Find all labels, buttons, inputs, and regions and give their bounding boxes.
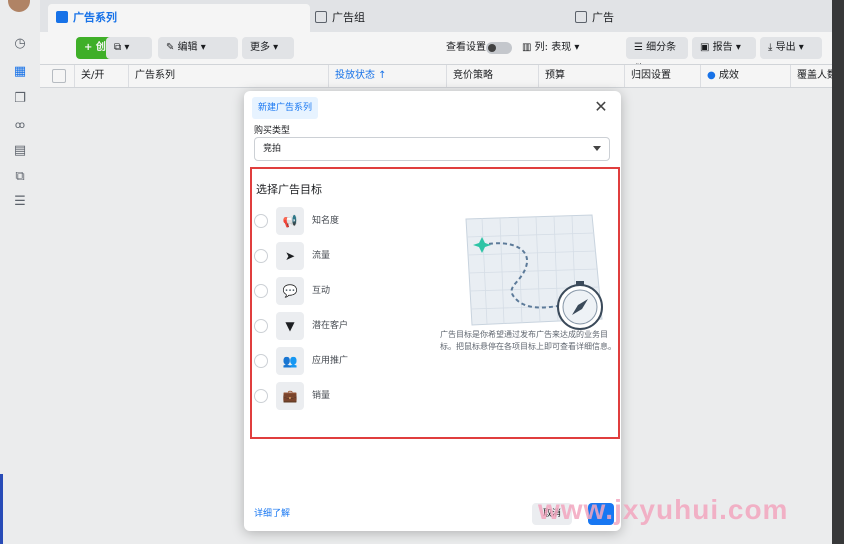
objective-radio[interactable] [254, 389, 268, 403]
funnel-icon: ▼ [276, 312, 304, 340]
megaphone-icon: 📢 [276, 207, 304, 235]
learn-more-link[interactable]: 详细了解 [254, 506, 290, 519]
objective-radio[interactable] [254, 354, 268, 368]
close-icon[interactable]: ✕ [591, 97, 611, 117]
objective-title: 选择广告目标 [256, 183, 322, 196]
cursor-icon: ➤ [276, 242, 304, 270]
dialog-tab[interactable]: 新建广告系列 [252, 97, 319, 119]
objective-app-promotion[interactable]: 👥 应用推广 [254, 347, 404, 377]
watermark: www.jxyuhui.com [538, 494, 789, 525]
objective-radio[interactable] [254, 284, 268, 298]
briefcase-icon: 💼 [276, 382, 304, 410]
people-icon: 👥 [276, 347, 304, 375]
buying-type-value: 竞拍 [263, 144, 282, 154]
chevron-down-icon [593, 146, 601, 151]
objective-engagement[interactable]: 💬 互动 [254, 277, 404, 307]
objective-radio[interactable] [254, 214, 268, 228]
map-compass-illustration [465, 214, 603, 330]
objective-traffic[interactable]: ➤ 流量 [254, 242, 404, 272]
objective-leads[interactable]: ▼ 潜在客户 [254, 312, 404, 342]
objective-description: 广告目标是你希望通过发布广告来达成的业务目标。把鼠标悬停在各项目标上即可查看详细… [440, 330, 616, 351]
objective-radio[interactable] [254, 249, 268, 263]
new-campaign-dialog: 新建广告系列 ✕ 购买类型 竞拍 选择广告目标 📢 知名度 ➤ 流量 💬 互动 … [244, 91, 621, 531]
objective-section: 选择广告目标 📢 知名度 ➤ 流量 💬 互动 ▼ 潜在客户 👥 应用推广 💼 销… [250, 167, 620, 439]
objective-awareness[interactable]: 📢 知名度 [254, 207, 404, 237]
buying-type-select[interactable]: 竞拍 [254, 137, 610, 161]
objective-sales[interactable]: 💼 销量 [254, 382, 404, 412]
objective-radio[interactable] [254, 319, 268, 333]
chat-bubbles-icon: 💬 [276, 277, 304, 305]
buying-type-label: 购买类型 [254, 126, 291, 136]
